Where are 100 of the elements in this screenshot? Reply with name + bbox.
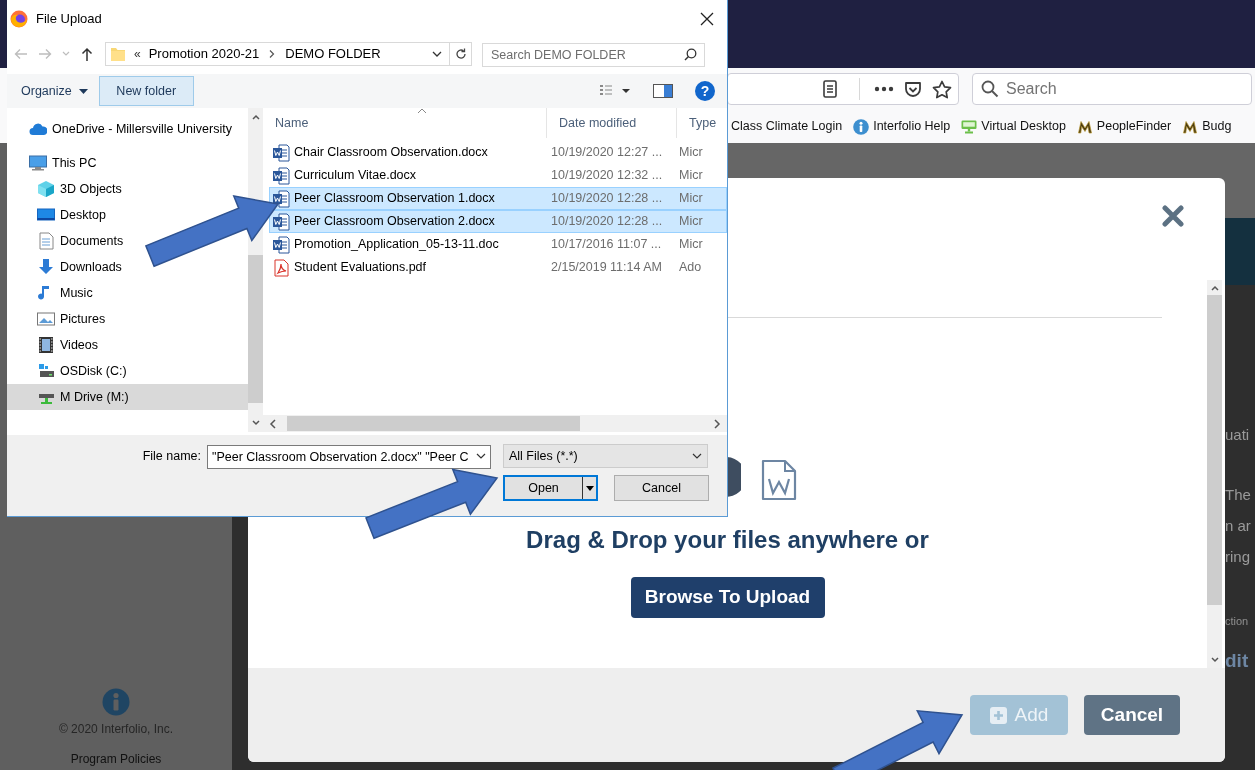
scrollbar[interactable] xyxy=(1207,280,1222,668)
folder-tree-item[interactable]: OneDrive - Millersville University xyxy=(7,116,236,142)
preview-pane-icon[interactable] xyxy=(653,84,673,98)
file-name: Chair Classroom Observation.docx xyxy=(294,144,488,162)
file-name: Promotion_Application_05-13-11.doc xyxy=(294,236,499,254)
more-icon[interactable] xyxy=(874,86,894,92)
organize-menu[interactable]: Organize xyxy=(10,76,99,106)
file-type: Ado xyxy=(679,259,702,277)
bookmark-link[interactable]: Budg xyxy=(1182,117,1232,136)
cancel-button[interactable]: Cancel xyxy=(1084,695,1180,735)
dropdown-caret-icon[interactable] xyxy=(585,485,594,491)
down-arrow-icon xyxy=(37,258,55,276)
file-row[interactable]: Chair Classroom Observation.docx 10/19/2020 12:27 ... Micr xyxy=(269,141,727,164)
folder-tree-item[interactable]: M Drive (M:) xyxy=(7,384,248,410)
view-options-icon[interactable] xyxy=(599,84,631,98)
sort-caret-icon xyxy=(417,108,427,114)
scroll-up-icon[interactable] xyxy=(250,112,261,122)
document-icon xyxy=(272,212,290,231)
star-icon[interactable] xyxy=(932,79,952,99)
scrollbar[interactable] xyxy=(263,415,727,432)
page-text: uati xyxy=(1225,425,1250,445)
page-text: ction xyxy=(1225,614,1249,629)
file-type: Micr xyxy=(679,213,703,231)
pdf-icon xyxy=(272,258,290,277)
drop-instructions: Drag & Drop your files anywhere or xyxy=(526,525,929,555)
bookmark-link[interactable]: PeopleFinder xyxy=(1076,117,1172,136)
overflow-marker[interactable]: « xyxy=(134,45,141,63)
up-arrow-icon[interactable] xyxy=(79,46,95,62)
cube-icon xyxy=(37,180,55,198)
file-type: Micr xyxy=(679,144,703,162)
folder-tree-item[interactable]: 3D Objects xyxy=(7,176,126,202)
film-icon xyxy=(37,336,55,354)
pocket-icon[interactable] xyxy=(904,80,922,98)
scroll-right-icon[interactable] xyxy=(711,417,723,430)
cancel-button[interactable]: Cancel xyxy=(614,475,709,501)
document-icon xyxy=(37,232,55,250)
chevron-icon xyxy=(268,49,277,59)
column-header[interactable]: Name xyxy=(263,108,547,138)
column-header[interactable]: Type xyxy=(677,108,727,138)
date-modified: 10/19/2020 12:27 ... xyxy=(550,144,664,162)
path-segment[interactable]: DEMO FOLDER xyxy=(285,44,381,64)
file-row[interactable]: Peer Classroom Observation 1.docx 10/19/2020 12:28 ... Micr xyxy=(269,187,727,210)
file-name-label: File name: xyxy=(141,447,202,465)
browse-button[interactable]: Browse To Upload xyxy=(630,577,825,618)
folder-tree-item[interactable]: Documents xyxy=(7,228,128,254)
copyright-text: © 2020 Interfolio, Inc. xyxy=(58,721,174,738)
monitor-icon xyxy=(37,206,55,224)
file-row[interactable]: Peer Classroom Observation 2.docx 10/19/2020 12:28 ... Micr xyxy=(269,210,727,233)
folder-tree-item[interactable]: Desktop xyxy=(7,202,110,228)
file-row[interactable]: Promotion_Application_05-13-11.doc 10/17/2016 11:07 ... Micr xyxy=(269,233,727,256)
file-row[interactable]: Curriculum Vitae.docx 10/19/2020 12:32 ... Micr xyxy=(269,164,727,187)
bookmark-link[interactable]: Virtual Desktop xyxy=(961,117,1066,136)
dropdown-caret-icon xyxy=(692,452,702,460)
file-type: Micr xyxy=(679,167,703,185)
folder-tree-item[interactable]: Videos xyxy=(7,332,102,358)
file-row[interactable]: Student Evaluations.pdf 2/15/2019 11:14 AM Ado xyxy=(269,256,727,279)
bookmark-link[interactable]: Class Climate Login xyxy=(731,117,843,136)
folder-tree-item[interactable]: Pictures xyxy=(7,306,110,332)
page-text: ring xyxy=(1225,547,1250,567)
new-folder-button[interactable]: New folder xyxy=(98,76,194,106)
file-name: Curriculum Vitae.docx xyxy=(294,167,417,185)
file-name-field[interactable]: "Peer Classroom Observation 2.docx" "Peer C xyxy=(207,445,491,469)
address-bar[interactable] xyxy=(727,73,959,105)
bookmark-link[interactable]: Interfolio Help xyxy=(853,117,951,136)
document-icon xyxy=(272,235,290,254)
folder-tree-item[interactable]: Music xyxy=(7,280,97,306)
date-modified: 2/15/2019 11:14 AM xyxy=(550,259,663,277)
file-name: Peer Classroom Observation 2.docx xyxy=(294,213,495,231)
folder-tree-item[interactable]: Downloads xyxy=(7,254,126,280)
folder-tree-item[interactable]: OSDisk (C:) xyxy=(7,358,131,384)
picture-icon xyxy=(37,310,55,328)
file-type-dropdown[interactable]: All Files (*.*) xyxy=(503,444,708,468)
scroll-up-icon[interactable] xyxy=(1209,283,1220,293)
reader-view-icon[interactable] xyxy=(823,80,837,98)
search-field[interactable]: Search DEMO FOLDER xyxy=(482,43,705,67)
scroll-down-icon[interactable] xyxy=(250,418,261,428)
page-text: The xyxy=(1225,485,1251,505)
search-field[interactable]: Search xyxy=(972,73,1252,105)
dialog-title: File Upload xyxy=(36,10,102,29)
info-icon xyxy=(102,688,130,716)
scroll-down-icon[interactable] xyxy=(1209,655,1220,665)
dropdown-caret-icon[interactable] xyxy=(476,452,486,460)
scroll-left-icon[interactable] xyxy=(267,417,279,430)
path-segment[interactable]: Promotion 2020-21 xyxy=(148,44,260,64)
dropdown-caret-icon[interactable] xyxy=(432,50,442,58)
monitor-icon xyxy=(961,118,978,135)
emblem-icon xyxy=(1076,118,1093,135)
column-header[interactable]: Date modified xyxy=(547,108,677,138)
file-name: Peer Classroom Observation 1.docx xyxy=(294,190,495,208)
help-button[interactable]: ? xyxy=(695,81,715,101)
emblem-icon xyxy=(1182,118,1199,135)
folder-tree-item[interactable]: This PC xyxy=(7,150,101,176)
refresh-icon xyxy=(454,48,467,60)
file-type: Micr xyxy=(679,190,703,208)
open-button[interactable]: Open xyxy=(503,475,598,501)
date-modified: 10/19/2020 12:28 ... xyxy=(550,213,664,231)
date-modified: 10/19/2020 12:32 ... xyxy=(550,167,664,185)
address-bar[interactable]: « Promotion 2020-21 DEMO FOLDER xyxy=(105,42,472,66)
caret-icon xyxy=(78,88,88,94)
date-modified: 10/17/2016 11:07 ... xyxy=(550,236,663,254)
